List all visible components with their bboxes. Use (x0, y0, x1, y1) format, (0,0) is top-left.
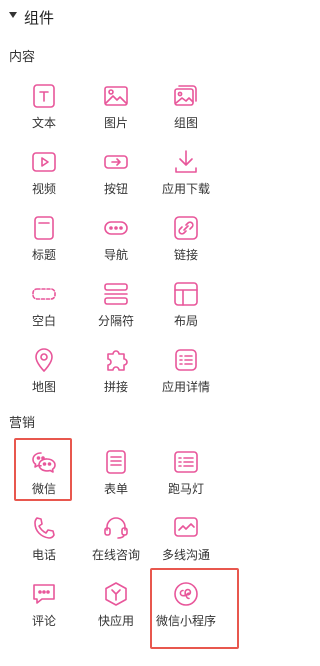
component-label: 应用下载 (161, 182, 210, 196)
component-label: 在线咨询 (91, 548, 140, 562)
component-label: 按钮 (103, 182, 128, 196)
component-label: 拼接 (103, 380, 128, 394)
headset-icon (102, 514, 130, 542)
comment-icon (30, 580, 58, 608)
component-label: 地图 (31, 380, 56, 394)
component-label: 标题 (31, 248, 56, 262)
component-item-quick-app[interactable]: 快应用 (80, 576, 152, 636)
component-item-map-pin[interactable]: 地图 (8, 342, 80, 402)
panel-header[interactable]: 组件 (0, 0, 243, 34)
component-item-image[interactable]: 图片 (80, 78, 152, 138)
component-label: 应用详情 (161, 380, 210, 394)
section-title-content: 内容 (9, 50, 36, 65)
map-pin-icon (30, 346, 58, 374)
component-item-blank[interactable]: 空白 (8, 276, 80, 336)
blank-icon (30, 280, 58, 308)
component-item-multi-channel[interactable]: 多线沟通 (150, 510, 222, 570)
component-label: 跑马灯 (167, 482, 204, 496)
phone-icon (30, 514, 58, 542)
link-icon (172, 214, 200, 242)
component-label: 视频 (31, 182, 56, 196)
component-item-divider[interactable]: 分隔符 (80, 276, 152, 336)
multi-channel-icon (172, 514, 200, 542)
title-icon (30, 214, 58, 242)
component-label: 快应用 (97, 614, 134, 628)
component-label: 导航 (103, 248, 128, 262)
component-item-form[interactable]: 表单 (80, 444, 152, 504)
component-item-phone[interactable]: 电话 (8, 510, 80, 570)
divider-icon (102, 280, 130, 308)
component-label: 空白 (31, 314, 56, 328)
button-icon (102, 148, 130, 176)
component-item-video[interactable]: 视频 (8, 144, 80, 204)
quick-app-icon (102, 580, 130, 608)
component-label: 链接 (173, 248, 198, 262)
component-label: 文本 (31, 116, 56, 130)
component-label: 电话 (31, 548, 56, 562)
component-item-gallery[interactable]: 组图 (150, 78, 222, 138)
image-icon (102, 82, 130, 110)
component-item-title[interactable]: 标题 (8, 210, 80, 270)
component-item-headset[interactable]: 在线咨询 (80, 510, 152, 570)
component-label: 多线沟通 (161, 548, 210, 562)
highlight-box-wechat (14, 438, 72, 501)
marquee-icon (172, 448, 200, 476)
video-icon (30, 148, 58, 176)
puzzle-icon (102, 346, 130, 374)
component-label: 表单 (103, 482, 128, 496)
caret-down-icon[interactable] (9, 12, 17, 18)
component-item-text[interactable]: 文本 (8, 78, 80, 138)
component-label: 组图 (173, 116, 198, 130)
panel-title: 组件 (24, 9, 55, 27)
app-detail-icon (172, 346, 200, 374)
component-item-download[interactable]: 应用下载 (150, 144, 222, 204)
component-item-puzzle[interactable]: 拼接 (80, 342, 152, 402)
component-label: 评论 (31, 614, 56, 628)
form-icon (102, 448, 130, 476)
component-item-marquee[interactable]: 跑马灯 (150, 444, 222, 504)
component-item-nav[interactable]: 导航 (80, 210, 152, 270)
layout-icon (172, 280, 200, 308)
component-item-app-detail[interactable]: 应用详情 (150, 342, 222, 402)
component-item-link[interactable]: 链接 (150, 210, 222, 270)
highlight-box-mini-program (150, 568, 239, 649)
gallery-icon (172, 82, 200, 110)
text-icon (30, 82, 58, 110)
nav-icon (102, 214, 130, 242)
component-item-button[interactable]: 按钮 (80, 144, 152, 204)
component-item-comment[interactable]: 评论 (8, 576, 80, 636)
component-label: 图片 (103, 116, 128, 130)
component-label: 布局 (173, 314, 198, 328)
component-label: 分隔符 (97, 314, 134, 328)
section-title-marketing: 营销 (9, 416, 36, 431)
download-icon (172, 148, 200, 176)
component-item-layout[interactable]: 布局 (150, 276, 222, 336)
